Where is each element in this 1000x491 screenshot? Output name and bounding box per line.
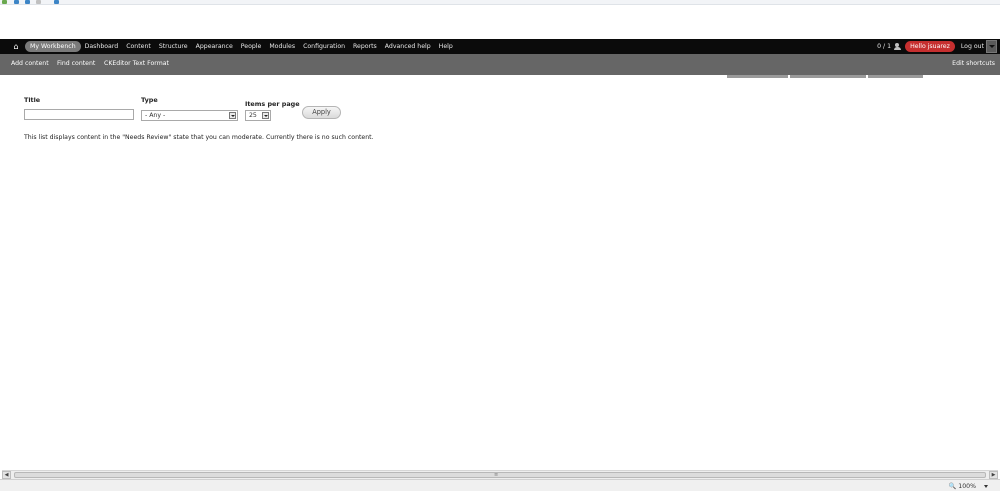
- users-icon: [894, 43, 902, 50]
- hello-user-link[interactable]: Hello jsuarez: [905, 41, 955, 52]
- tab-edge[interactable]: [868, 75, 923, 78]
- scroll-right-icon[interactable]: ▶: [989, 471, 998, 479]
- home-icon[interactable]: ⌂: [11, 42, 21, 51]
- shortcut-find-content[interactable]: Find content: [57, 60, 95, 67]
- empty-content-message: This list displays content in the "Needs…: [24, 134, 374, 141]
- edit-shortcuts-link[interactable]: Edit shortcuts: [952, 60, 995, 67]
- browser-icon: [14, 0, 19, 4]
- toolbar-menu: My Workbench Dashboard Content Structure…: [25, 41, 457, 52]
- shortcuts-bar: Add content Find content CKEditor Text F…: [0, 54, 1000, 75]
- online-users-count: 0 / 1: [877, 43, 892, 50]
- chevron-down-icon: [262, 112, 269, 119]
- items-per-page-label: Items per page: [245, 100, 300, 108]
- toolbar-item-content[interactable]: Content: [122, 41, 155, 52]
- toolbar-item-my-workbench[interactable]: My Workbench: [25, 41, 81, 52]
- type-filter-value: - Any -: [145, 112, 166, 119]
- toolbar-item-appearance[interactable]: Appearance: [192, 41, 237, 52]
- toolbar-item-advanced-help[interactable]: Advanced help: [381, 41, 435, 52]
- admin-toolbar: ⌂ My Workbench Dashboard Content Structu…: [0, 39, 1000, 54]
- horizontal-scrollbar[interactable]: ◀ ≡ ▶: [2, 470, 998, 479]
- zoom-level[interactable]: 🔍 100%: [949, 482, 976, 490]
- chevron-down-icon: [229, 112, 236, 119]
- toolbar-drawer-toggle[interactable]: [986, 40, 997, 53]
- title-filter-label: Title: [24, 96, 41, 104]
- toolbar-item-help[interactable]: Help: [435, 41, 457, 52]
- toolbar-item-structure[interactable]: Structure: [155, 41, 192, 52]
- type-filter-label: Type: [141, 96, 158, 104]
- chevron-down-icon[interactable]: [984, 485, 988, 488]
- toolbar-item-people[interactable]: People: [237, 41, 266, 52]
- logout-link[interactable]: Log out: [961, 43, 984, 50]
- toolbar-item-configuration[interactable]: Configuration: [299, 41, 349, 52]
- tab-edge[interactable]: [727, 75, 788, 78]
- browser-chrome-strip: [0, 0, 1000, 5]
- scroll-left-icon[interactable]: ◀: [2, 471, 11, 479]
- apply-button[interactable]: Apply: [302, 106, 341, 119]
- toolbar-user-area: 0 / 1 Hello jsuarez Log out: [877, 41, 984, 52]
- items-per-page-select[interactable]: 25: [245, 110, 271, 121]
- scrollbar-grip-icon: ≡: [494, 472, 499, 478]
- shortcut-add-content[interactable]: Add content: [11, 60, 49, 67]
- toolbar-item-reports[interactable]: Reports: [349, 41, 381, 52]
- browser-status-bar: 🔍 100%: [0, 479, 1000, 491]
- type-filter-select[interactable]: - Any -: [141, 110, 238, 121]
- browser-icon: [2, 0, 7, 4]
- browser-icon: [36, 0, 41, 4]
- toolbar-item-dashboard[interactable]: Dashboard: [81, 41, 123, 52]
- zoom-value: 100%: [958, 483, 976, 490]
- title-filter-input[interactable]: [24, 109, 134, 120]
- browser-icon: [54, 0, 59, 4]
- browser-icon: [25, 0, 30, 4]
- tab-edge[interactable]: [790, 75, 866, 78]
- items-per-page-value: 25: [249, 112, 257, 119]
- shortcut-ckeditor-text-format[interactable]: CKEditor Text Format: [104, 60, 169, 67]
- toolbar-item-modules[interactable]: Modules: [265, 41, 299, 52]
- scrollbar-thumb[interactable]: [14, 472, 986, 478]
